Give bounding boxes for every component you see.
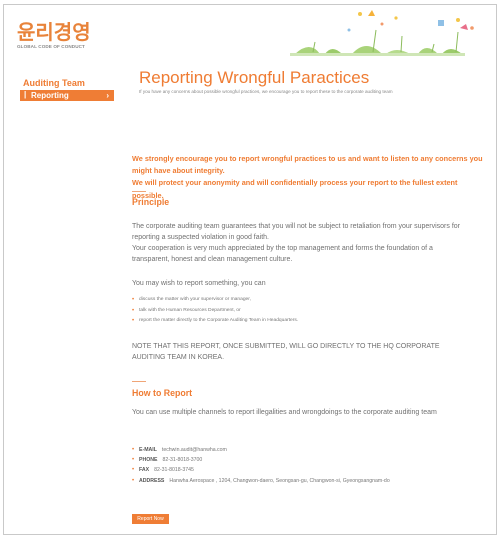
contact-phone: PHONE 82-31-8018-3700 <box>132 455 390 465</box>
page-subtitle: If you have any concerns about possible … <box>139 89 393 94</box>
how-to-report-text: You can use multiple channels to report … <box>132 409 437 416</box>
contact-label: PHONE <box>139 457 158 464</box>
chevron-right-icon: › <box>106 91 109 100</box>
sidebar-item-label: Reporting <box>31 91 69 100</box>
contact-value: 82-31-8018-3700 <box>162 457 203 464</box>
how-to-report-heading: How to Report <box>132 388 193 398</box>
list-item: discuss the matter with your supervisor … <box>132 295 298 306</box>
intro-paragraph: We will protect your anonymity and will … <box>132 178 458 200</box>
principle-text: The corporate auditing team guarantees t… <box>132 221 468 265</box>
header-banner-illustration <box>290 10 474 56</box>
principle-heading: Principle <box>132 197 170 207</box>
contact-label: FAX <box>139 467 150 474</box>
note-text: NOTE THAT THIS REPORT, ONCE SUBMITTED, W… <box>132 343 440 361</box>
section-divider <box>132 381 146 382</box>
intro-paragraph: We strongly encourage you to report wron… <box>132 154 483 176</box>
principle-paragraph: The corporate auditing team guarantees t… <box>132 223 461 241</box>
contact-label: ADDRESS <box>139 477 165 484</box>
page-title: Reporting Wrongful Paractices <box>139 68 370 87</box>
logo[interactable]: 윤리경영 GLOBAL CODE OF CONDUCT <box>17 21 91 49</box>
list-item: report the matter directly to the Corpor… <box>132 316 298 327</box>
report-options-list: discuss the matter with your supervisor … <box>132 295 298 327</box>
may-wish-text: You may wish to report something, you ca… <box>132 280 266 287</box>
logo-english: GLOBAL CODE OF CONDUCT <box>17 44 85 49</box>
contact-value[interactable]: techwin.audit@hanwha.com <box>162 447 227 453</box>
contact-fax: FAX 82-31-8018-3745 <box>132 465 390 475</box>
sidebar-item-reporting[interactable]: | Reporting › <box>20 90 114 101</box>
section-divider <box>132 191 146 192</box>
contact-label: E-MAIL <box>139 447 157 453</box>
principle-paragraph: Your cooperation is very much appreciate… <box>132 245 433 263</box>
contact-address: ADDRESS Hanwha Aerospace , 1204, Changwon… <box>132 476 390 486</box>
contact-list: E-MAIL techwin.audit@hanwha.com PHONE 82-3… <box>132 445 390 486</box>
sidebar-title[interactable]: Auditing Team <box>23 78 85 88</box>
contact-email: E-MAIL techwin.audit@hanwha.com <box>132 445 390 455</box>
contact-value: 82-31-8018-3745 <box>154 467 194 474</box>
intro-text: We strongly encourage you to report wron… <box>132 153 484 202</box>
active-marker-icon: | <box>24 90 27 99</box>
contact-value: Hanwha Aerospace , 1204, Changwon-daero,… <box>169 477 390 484</box>
report-now-button[interactable]: Report Now <box>132 514 169 524</box>
logo-korean: 윤리경영 <box>17 20 91 44</box>
list-item: talk with the Human Resources Department… <box>132 306 298 317</box>
